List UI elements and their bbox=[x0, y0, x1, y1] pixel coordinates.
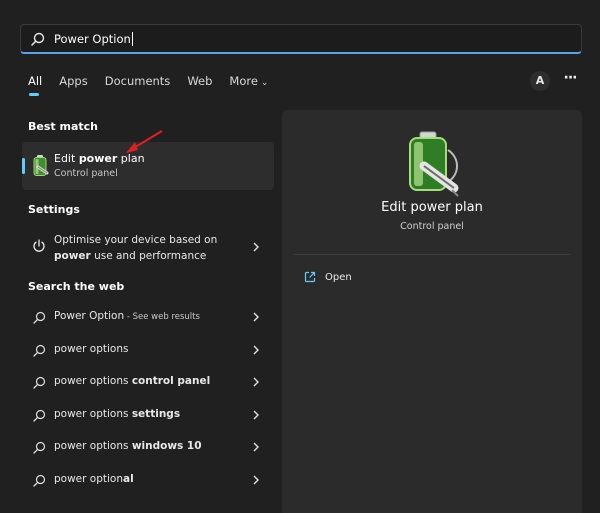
chevron-right-icon bbox=[253, 377, 259, 387]
web-result-text: power optional bbox=[54, 473, 134, 485]
tab-more-label: More bbox=[229, 74, 258, 88]
open-label: Open bbox=[325, 271, 352, 283]
web-result-item[interactable]: power optional bbox=[22, 466, 274, 494]
web-result-item[interactable]: power options windows 10 bbox=[22, 433, 274, 461]
search-icon bbox=[31, 32, 45, 46]
chevron-right-icon bbox=[253, 345, 259, 355]
open-external-icon bbox=[304, 271, 316, 283]
web-result-text: power options bbox=[54, 343, 129, 355]
chevron-down-icon: ⌄ bbox=[260, 78, 269, 88]
avatar[interactable]: A bbox=[530, 71, 550, 91]
tab-documents[interactable]: Documents bbox=[105, 72, 171, 94]
search-icon bbox=[33, 311, 46, 324]
detail-title: Edit power plan bbox=[381, 200, 483, 215]
search-input[interactable]: Power Option bbox=[54, 32, 131, 46]
open-action[interactable]: Open bbox=[294, 268, 352, 286]
web-result-text: power options windows 10 bbox=[54, 440, 202, 452]
power-icon bbox=[33, 239, 45, 252]
settings-result-item[interactable]: Optimise your device based on power use … bbox=[22, 228, 274, 268]
search-icon bbox=[33, 409, 46, 422]
chevron-right-icon bbox=[253, 242, 259, 252]
search-icon bbox=[33, 344, 46, 357]
search-icon bbox=[33, 441, 46, 454]
divider bbox=[294, 254, 570, 255]
text-caret bbox=[131, 31, 133, 46]
web-result-item[interactable]: power options bbox=[22, 336, 274, 364]
web-result-text: power options control panel bbox=[54, 375, 211, 387]
chevron-right-icon bbox=[253, 475, 259, 485]
settings-item-line1: Optimise your device based on bbox=[54, 234, 218, 246]
red-arrow-annotation bbox=[126, 130, 163, 153]
search-icon bbox=[33, 474, 46, 487]
tab-web[interactable]: Web bbox=[187, 72, 212, 94]
web-result-item[interactable]: Power Option - See web results bbox=[22, 303, 274, 331]
web-result-text: power options settings bbox=[54, 408, 181, 420]
selection-indicator bbox=[22, 158, 25, 174]
detail-panel: Edit power plan Control panel Open bbox=[282, 110, 582, 513]
best-match-subtitle: Control panel bbox=[54, 168, 118, 179]
filter-tabs: All Apps Documents Web More ⌄ bbox=[28, 72, 285, 96]
web-result-text: Power Option - See web results bbox=[54, 310, 200, 322]
chevron-right-icon bbox=[253, 410, 259, 420]
tab-all[interactable]: All bbox=[28, 72, 42, 96]
settings-item-line2: power use and performance bbox=[54, 250, 207, 262]
battery-plug-icon bbox=[409, 131, 459, 197]
chevron-right-icon bbox=[253, 442, 259, 452]
tab-more[interactable]: More ⌄ bbox=[229, 72, 268, 94]
section-title-best-match: Best match bbox=[28, 120, 98, 133]
search-bar[interactable]: Power Option bbox=[20, 24, 582, 54]
section-title-settings: Settings bbox=[28, 203, 80, 216]
search-icon bbox=[33, 376, 46, 389]
battery-plug-icon bbox=[33, 155, 49, 176]
more-options-icon[interactable]: ··· bbox=[560, 71, 580, 91]
chevron-right-icon bbox=[253, 312, 259, 322]
web-result-item[interactable]: power options settings bbox=[22, 401, 274, 429]
tab-apps[interactable]: Apps bbox=[59, 72, 87, 94]
web-result-item[interactable]: power options control panel bbox=[22, 368, 274, 396]
section-title-search-web: Search the web bbox=[28, 280, 125, 293]
detail-subtitle: Control panel bbox=[400, 221, 464, 232]
